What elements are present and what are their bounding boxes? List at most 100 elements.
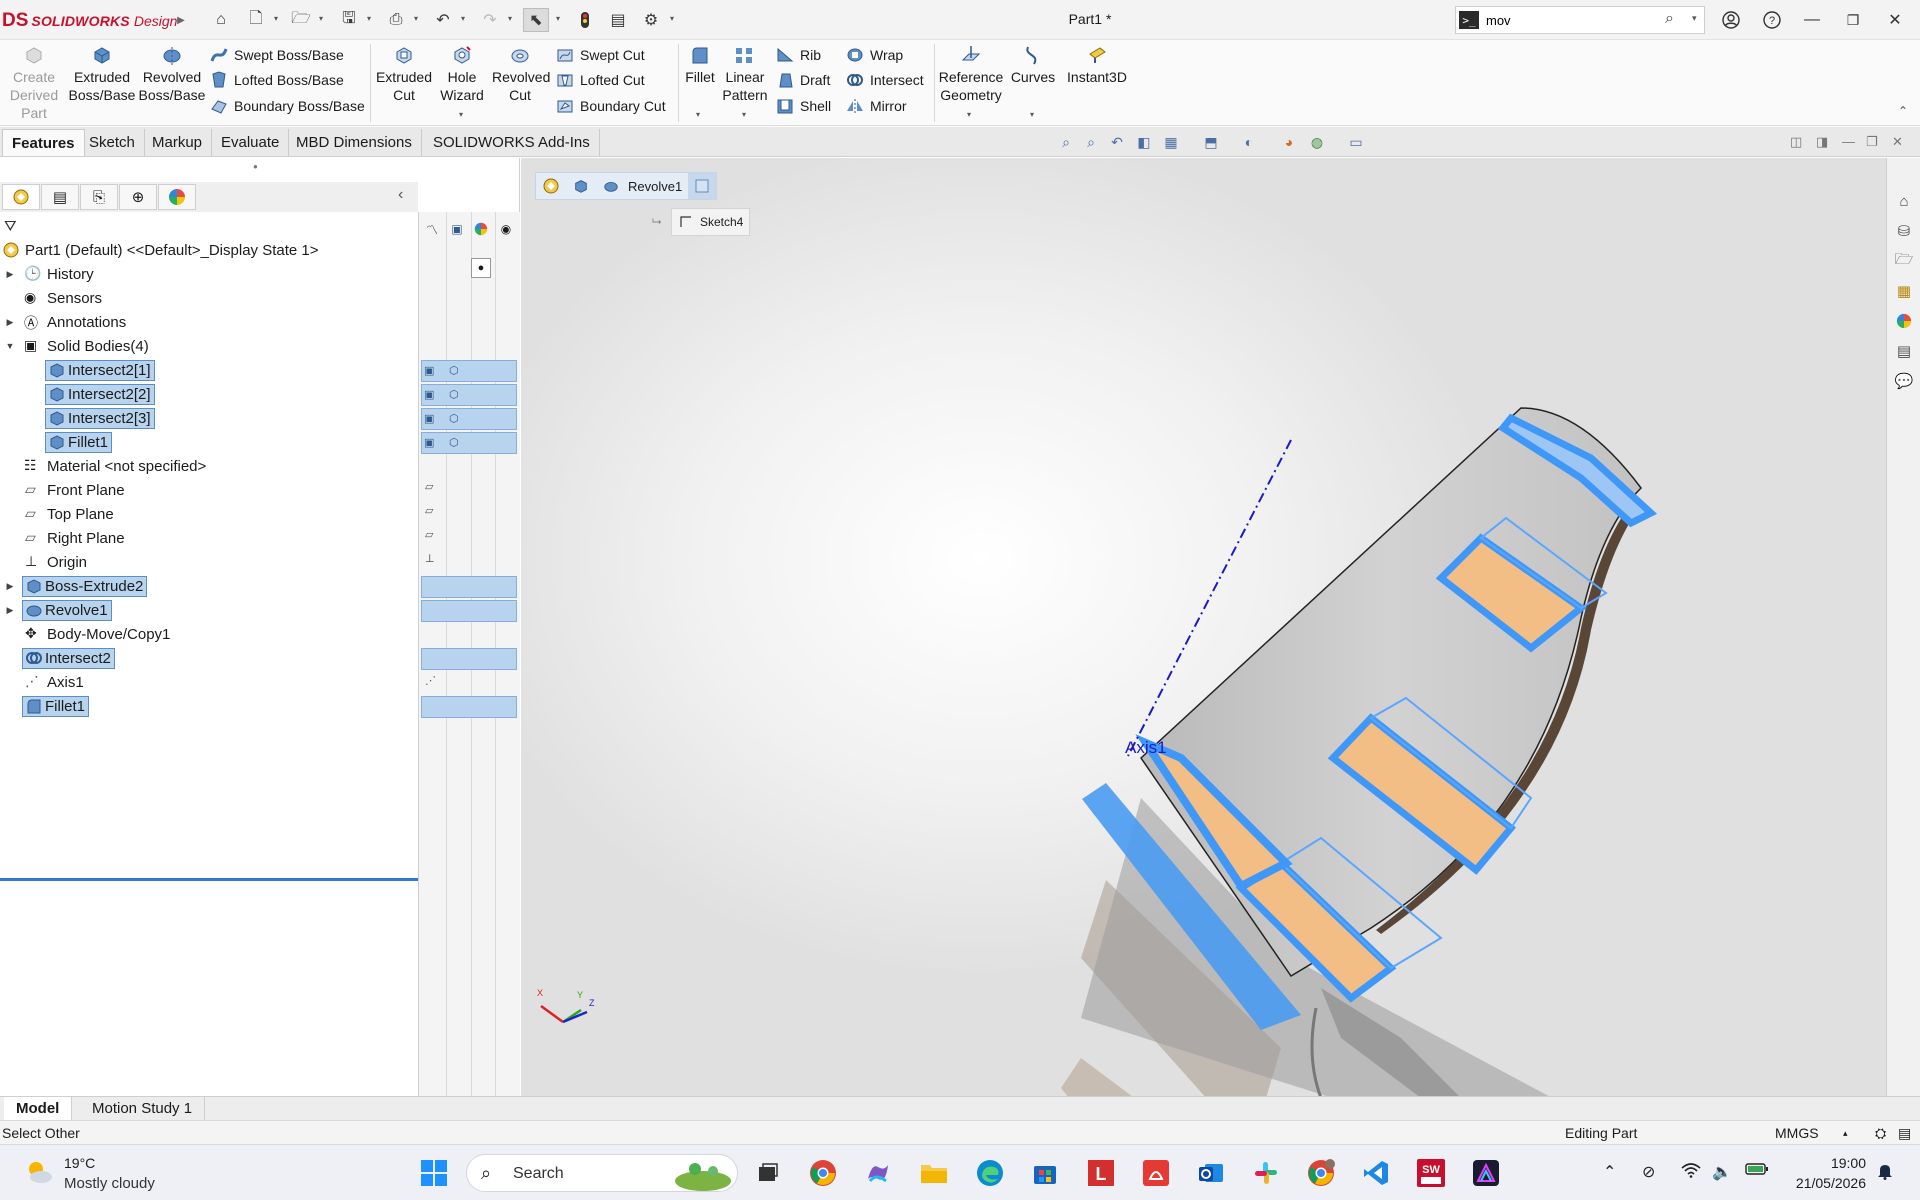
boundary-cut-button[interactable]: Boundary Cut bbox=[556, 95, 666, 117]
expand-icon[interactable]: ▶ bbox=[4, 581, 16, 592]
file-explorer-icon[interactable]: 🗁 bbox=[1893, 250, 1915, 272]
panel-grip-icon[interactable]: ● bbox=[253, 162, 258, 171]
solidworks-resources-icon[interactable]: ⌂ bbox=[1893, 190, 1915, 212]
rebuild-status-icon[interactable]: ⛭ bbox=[1875, 1125, 1886, 1142]
copilot-icon[interactable] bbox=[861, 1156, 895, 1190]
tree-item-intersect2[interactable]: Intersect2 bbox=[0, 646, 418, 670]
tab-motion-study-1[interactable]: Motion Study 1 bbox=[80, 1097, 206, 1121]
tab-markup[interactable]: Markup bbox=[143, 129, 213, 156]
units-dropdown-icon[interactable]: ▴ bbox=[1843, 1128, 1848, 1139]
tab-mbd-dimensions[interactable]: MBD Dimensions bbox=[287, 129, 422, 156]
tree-item-body-intersect2-2[interactable]: Intersect2[2] bbox=[0, 382, 418, 406]
tree-item-body-move-copy1[interactable]: ✥ Body-Move/Copy1 bbox=[0, 622, 418, 646]
microsoft-store-icon[interactable] bbox=[1028, 1156, 1062, 1190]
display-row-body-2[interactable]: ▣ ⬡ bbox=[421, 384, 517, 406]
task-view-icon[interactable] bbox=[751, 1156, 785, 1190]
network-off-icon[interactable]: ⊘ bbox=[1642, 1162, 1655, 1182]
boundary-boss-button[interactable]: Boundary Boss/Base bbox=[210, 95, 365, 117]
previous-view-icon[interactable]: ↶ bbox=[1106, 132, 1128, 152]
solidworks-logo[interactable]: DS SOLIDWORKS Design bbox=[2, 10, 177, 32]
draft-button[interactable]: Draft bbox=[776, 69, 830, 91]
print-dropdown-icon[interactable]: ▾ bbox=[414, 14, 422, 26]
tree-item-top-plane[interactable]: ▱ Top Plane bbox=[0, 502, 418, 526]
linear-pattern-button[interactable]: Linear Pattern bbox=[722, 44, 768, 104]
pdf-reader-icon[interactable] bbox=[1139, 1156, 1173, 1190]
tree-item-right-plane[interactable]: ▱ Right Plane bbox=[0, 526, 418, 550]
file-explorer-taskbar-icon[interactable] bbox=[917, 1156, 951, 1190]
display-mode-column-icon[interactable]: ▣ bbox=[448, 220, 466, 238]
save-icon[interactable]: 🖫 bbox=[336, 8, 362, 32]
tree-item-fillet1[interactable]: Fillet1 bbox=[0, 694, 418, 718]
zoom-to-area-icon[interactable]: ⌕ bbox=[1080, 132, 1102, 152]
customize-status-icon[interactable]: ▤ bbox=[1898, 1125, 1911, 1142]
revolved-boss-button[interactable]: Revolved Boss/Base bbox=[138, 44, 206, 104]
outlook-icon[interactable] bbox=[1194, 1156, 1228, 1190]
tree-item-axis1[interactable]: ⋰ Axis1 bbox=[0, 670, 418, 694]
tab-evaluate[interactable]: Evaluate bbox=[212, 129, 290, 156]
collapse-panel-icon[interactable]: ‹ bbox=[398, 186, 403, 204]
fillet-button[interactable]: Fillet bbox=[682, 44, 718, 86]
fillet-dropdown-icon[interactable]: ▾ bbox=[696, 110, 700, 119]
rib-button[interactable]: Rib bbox=[776, 44, 821, 66]
new-document-icon[interactable]: 🗋 bbox=[243, 8, 269, 32]
new-dropdown-icon[interactable]: ▾ bbox=[274, 14, 282, 26]
property-manager-tab-icon[interactable]: ▤ bbox=[41, 184, 79, 210]
volume-icon[interactable]: 🔈 bbox=[1712, 1162, 1732, 1182]
search-dropdown-icon[interactable]: ▾ bbox=[1692, 13, 1697, 24]
app-l-icon[interactable]: L bbox=[1084, 1156, 1118, 1190]
home-icon[interactable]: ⌂ bbox=[208, 8, 234, 32]
chrome-profile-icon[interactable] bbox=[1304, 1156, 1338, 1190]
design-library-icon[interactable]: ⛁ bbox=[1893, 220, 1915, 242]
search-commands-box[interactable]: >_ ⌕ ▾ bbox=[1455, 6, 1705, 34]
select-dropdown-icon[interactable]: ▾ bbox=[556, 14, 564, 26]
tree-item-body-fillet1[interactable]: Fillet1 bbox=[0, 430, 418, 454]
collapse-icon[interactable]: ▼ bbox=[4, 341, 16, 351]
featuremanager-tree-tab-icon[interactable] bbox=[2, 184, 40, 210]
undo-icon[interactable]: ↶ bbox=[430, 8, 456, 32]
display-row-intersect2[interactable] bbox=[421, 648, 517, 670]
mirror-button[interactable]: Mirror bbox=[846, 95, 907, 117]
graphics-split-icon[interactable]: ◨ bbox=[1816, 134, 1834, 152]
units-selector[interactable]: MMGS bbox=[1775, 1125, 1819, 1141]
display-style-icon[interactable]: ◐ bbox=[1238, 132, 1260, 152]
battery-charging-icon[interactable] bbox=[1745, 1162, 1769, 1181]
display-manager-tab-icon[interactable] bbox=[158, 184, 196, 210]
tree-item-sensors[interactable]: ◉ Sensors bbox=[0, 286, 418, 310]
tree-root[interactable]: Part1 (Default) <<Default>_Display State… bbox=[0, 238, 418, 262]
lofted-boss-button[interactable]: Lofted Boss/Base bbox=[210, 69, 344, 91]
wifi-icon[interactable] bbox=[1681, 1162, 1701, 1183]
menu-expand-icon[interactable]: ▶ bbox=[168, 8, 194, 32]
solidworks-taskbar-icon[interactable]: SW bbox=[1414, 1156, 1448, 1190]
tree-item-solid-bodies[interactable]: ▼ ▣ Solid Bodies(4) bbox=[0, 334, 418, 358]
system-clock[interactable]: 19:00 21/05/2026 bbox=[1776, 1153, 1866, 1193]
graphics-restore-icon[interactable]: ❐ bbox=[1866, 134, 1884, 152]
display-row-body-1[interactable]: ▣ ⬡ bbox=[421, 360, 517, 382]
view-orientation-icon[interactable]: ⬒ bbox=[1200, 132, 1222, 152]
expand-icon[interactable]: ▶ bbox=[4, 269, 16, 280]
create-derived-part-button[interactable]: Create Derived Part bbox=[8, 44, 60, 122]
lofted-cut-button[interactable]: Lofted Cut bbox=[556, 69, 645, 91]
view-settings-icon[interactable]: ▭ bbox=[1345, 132, 1367, 152]
hole-wizard-button[interactable]: Hole Wizard bbox=[436, 44, 488, 104]
tab-sketch[interactable]: Sketch bbox=[80, 129, 145, 156]
shell-button[interactable]: Shell bbox=[776, 95, 831, 117]
instant3d-button[interactable]: Instant3D bbox=[1064, 44, 1130, 86]
tree-item-body-intersect2-3[interactable]: Intersect2[3] bbox=[0, 406, 418, 430]
tab-model[interactable]: Model bbox=[4, 1097, 73, 1121]
expand-icon[interactable]: ▶ bbox=[4, 605, 16, 616]
reference-geometry-dropdown-icon[interactable]: ▾ bbox=[967, 110, 971, 119]
minimize-icon[interactable]: — bbox=[1799, 8, 1825, 32]
graphics-tile-icon[interactable]: ◫ bbox=[1790, 134, 1808, 152]
print-icon[interactable]: ⎙ bbox=[383, 8, 409, 32]
plane-visibility-icon[interactable]: ▱ bbox=[425, 480, 439, 494]
extruded-cut-button[interactable]: Extruded Cut bbox=[374, 44, 434, 104]
restore-icon[interactable]: ❐ bbox=[1840, 8, 1866, 32]
section-view-icon[interactable]: ◧ bbox=[1133, 132, 1155, 152]
graphics-close-icon[interactable]: ✕ bbox=[1892, 134, 1910, 152]
graphics-minimize-icon[interactable]: — bbox=[1842, 134, 1860, 152]
search-input[interactable] bbox=[1486, 10, 1646, 30]
save-dropdown-icon[interactable]: ▾ bbox=[367, 14, 375, 26]
dimxpert-manager-tab-icon[interactable]: ⊕ bbox=[119, 184, 157, 210]
apply-scene-icon[interactable]: ◍ bbox=[1306, 132, 1328, 152]
transparency-column-icon[interactable]: ◉ bbox=[497, 220, 515, 238]
